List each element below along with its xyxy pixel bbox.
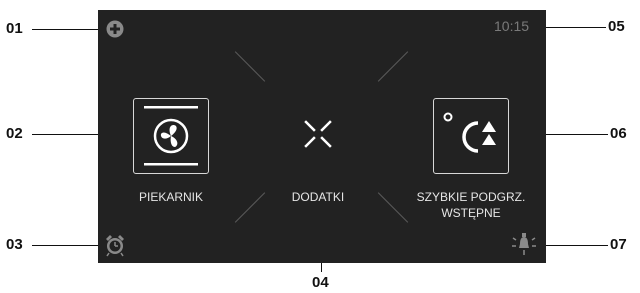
leader-01 xyxy=(32,29,102,30)
callout-06: 06 xyxy=(610,125,627,142)
decor-line-bl xyxy=(234,192,266,223)
fast-preheat-label-line2: WSTĘPNE xyxy=(441,206,501,220)
alarm-clock-icon[interactable] xyxy=(104,233,126,257)
oven-function-button[interactable] xyxy=(133,98,209,174)
callout-01: 01 xyxy=(6,20,23,37)
fast-preheat-label: SZYBKIE PODGRZ. WSTĘPNE xyxy=(398,189,544,221)
callout-05: 05 xyxy=(608,18,625,35)
callout-03: 03 xyxy=(6,236,23,253)
callout-02: 02 xyxy=(6,125,23,142)
leader-07 xyxy=(542,245,608,246)
decor-line-tr xyxy=(377,51,409,82)
callout-04: 04 xyxy=(312,274,329,291)
fast-preheat-icon xyxy=(434,99,508,173)
extras-icon[interactable] xyxy=(300,116,336,152)
decor-line-tl xyxy=(234,51,266,82)
fast-preheat-label-line1: SZYBKIE PODGRZ. xyxy=(416,190,526,204)
callout-07: 07 xyxy=(610,236,627,253)
fan-icon xyxy=(134,99,208,173)
clock-time: 10:15 xyxy=(494,18,530,34)
lamp-icon[interactable] xyxy=(512,230,536,256)
leader-05 xyxy=(540,27,606,28)
oven-function-label: PIEKARNIK xyxy=(138,190,204,204)
oven-display: 10:15 PIEKARNIK DODATKI SZYBKIE PODGRZ. … xyxy=(98,10,546,263)
extras-label[interactable]: DODATKI xyxy=(268,189,368,205)
plus-circle-icon[interactable] xyxy=(106,20,124,38)
leader-03 xyxy=(32,245,102,246)
fast-preheat-button[interactable] xyxy=(433,98,509,174)
